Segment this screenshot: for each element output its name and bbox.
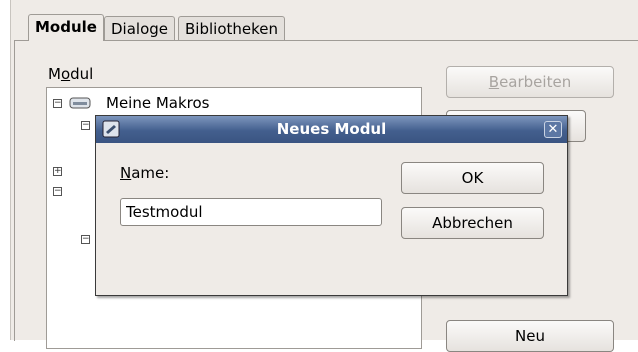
tree-item-meine-makros[interactable]: Meine Makros (106, 94, 210, 112)
folder-icon (69, 97, 91, 109)
collapse-icon[interactable]: − (53, 99, 62, 108)
close-icon[interactable]: ✕ (544, 121, 562, 138)
name-label: Name: (120, 164, 170, 182)
collapse-icon[interactable]: − (53, 187, 62, 196)
name-input[interactable] (120, 198, 382, 226)
dialog-title: Neues Modul (276, 120, 387, 138)
tab-dialoge[interactable]: Dialoge (104, 16, 176, 40)
module-list-label: Modul (48, 65, 94, 83)
dialog-titlebar[interactable]: Neues Modul ✕ (96, 116, 567, 143)
expand-icon[interactable]: + (53, 167, 62, 176)
collapse-icon[interactable]: − (81, 235, 90, 244)
cancel-button[interactable]: Abbrechen (401, 207, 544, 239)
ok-button[interactable]: OK (401, 162, 544, 194)
tab-module[interactable]: Module (28, 14, 104, 41)
new-button[interactable]: Neu (446, 320, 614, 352)
new-module-dialog: Neues Modul ✕ Name: OK Abbrechen (95, 115, 568, 296)
collapse-icon[interactable]: − (81, 121, 90, 130)
tab-bibliotheken[interactable]: Bibliotheken (178, 16, 285, 40)
edit-button[interactable]: Bearbeiten (446, 66, 614, 98)
